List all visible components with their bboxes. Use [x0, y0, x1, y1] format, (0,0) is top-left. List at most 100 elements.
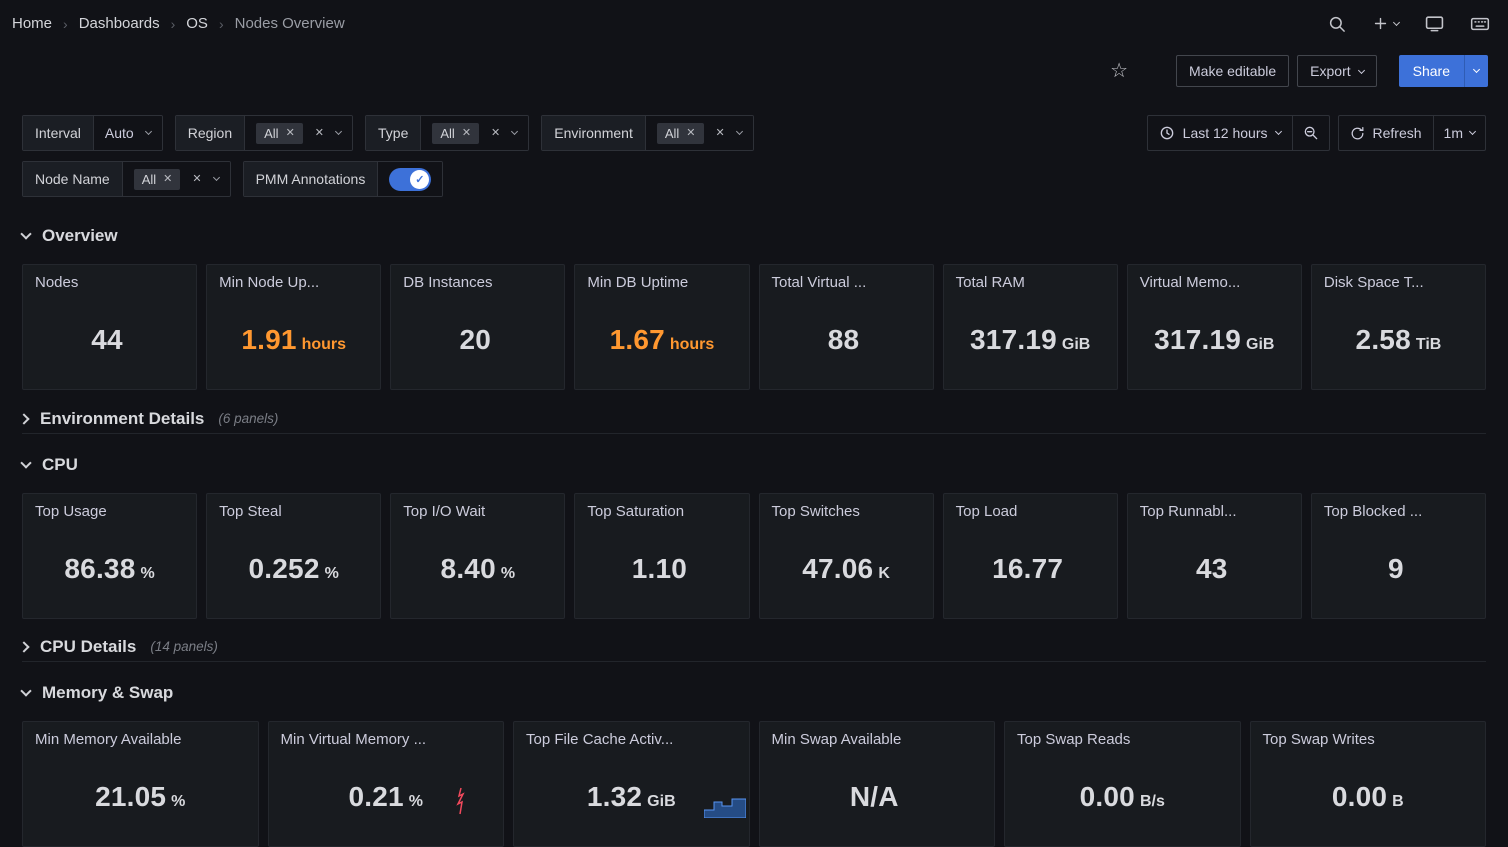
- time-range-picker: Last 12 hours: [1147, 115, 1330, 151]
- stat-panel-top-steal: Top Steal 0.252%: [206, 493, 381, 619]
- chevron-down-icon: [1274, 128, 1281, 135]
- stat-panel-top-runnable: Top Runnabl... 43: [1127, 493, 1302, 619]
- panel-title[interactable]: Top File Cache Activ...: [514, 722, 749, 748]
- panel-title[interactable]: Top Runnabl...: [1128, 494, 1301, 520]
- export-button-label: Export: [1310, 63, 1350, 79]
- filter-row-2: Node Name All ✕ ✕ PMM Annotations ✓: [22, 161, 1486, 197]
- share-dropdown-button[interactable]: [1464, 55, 1488, 87]
- panel-title[interactable]: Min Virtual Memory ...: [269, 722, 504, 748]
- make-editable-button[interactable]: Make editable: [1176, 55, 1289, 87]
- panel-value: 16.77: [944, 520, 1117, 618]
- panel-title[interactable]: Min DB Uptime: [575, 265, 748, 291]
- keyboard-icon[interactable]: [1470, 14, 1490, 34]
- panel-title[interactable]: Top Usage: [23, 494, 196, 520]
- panel-title[interactable]: Min Memory Available: [23, 722, 258, 748]
- chevron-down-icon[interactable]: [736, 128, 743, 135]
- environment-filter: Environment All ✕ ✕: [541, 115, 753, 151]
- panel-value: 2.58TiB: [1312, 291, 1485, 389]
- section-environment-details-header[interactable]: Environment Details (6 panels): [22, 404, 1486, 434]
- section-cpu-header[interactable]: CPU: [22, 450, 1486, 480]
- monitor-icon[interactable]: [1425, 14, 1444, 33]
- stat-panel-top-switches: Top Switches 47.06K: [759, 493, 934, 619]
- panel-title[interactable]: Top Swap Reads: [1005, 722, 1240, 748]
- node-name-selected-chip[interactable]: All ✕: [134, 169, 181, 190]
- chip-label: All: [440, 126, 454, 141]
- panel-value: 20: [391, 291, 564, 389]
- stat-panel-top-usage: Top Usage 86.38%: [22, 493, 197, 619]
- region-selected-chip[interactable]: All ✕: [256, 123, 303, 144]
- section-title: CPU: [42, 455, 78, 475]
- panel-title[interactable]: Disk Space T...: [1312, 265, 1485, 291]
- remove-value-icon[interactable]: ✕: [286, 128, 295, 139]
- node-name-select[interactable]: All ✕ ✕: [123, 162, 230, 196]
- panel-title[interactable]: Top Load: [944, 494, 1117, 520]
- type-filter-label: Type: [366, 116, 421, 150]
- clear-all-icon[interactable]: ✕: [716, 128, 725, 139]
- clear-all-icon[interactable]: ✕: [491, 128, 500, 139]
- remove-value-icon[interactable]: ✕: [163, 174, 172, 185]
- panel-value: 21.05%: [23, 748, 258, 846]
- search-icon[interactable]: [1328, 15, 1346, 33]
- panel-value: 317.19GiB: [944, 291, 1117, 389]
- panel-title[interactable]: Top Switches: [760, 494, 933, 520]
- refresh-picker: Refresh 1m: [1338, 115, 1486, 151]
- panel-title[interactable]: Total RAM: [944, 265, 1117, 291]
- type-select[interactable]: All ✕ ✕: [421, 116, 528, 150]
- clear-all-icon[interactable]: ✕: [192, 174, 201, 185]
- section-memory-swap-header[interactable]: Memory & Swap: [22, 678, 1486, 708]
- chevron-down-icon: [1469, 128, 1476, 135]
- breadcrumb-home[interactable]: Home: [12, 15, 52, 32]
- zoom-out-icon[interactable]: [1292, 116, 1329, 150]
- interval-select[interactable]: Auto: [94, 116, 162, 150]
- favorite-star-icon[interactable]: ☆: [1110, 61, 1128, 81]
- panel-title[interactable]: Virtual Memo...: [1128, 265, 1301, 291]
- panel-value: 8.40%: [391, 520, 564, 618]
- panel-title[interactable]: Top I/O Wait: [391, 494, 564, 520]
- refresh-label: Refresh: [1373, 125, 1422, 141]
- clear-all-icon[interactable]: ✕: [315, 128, 324, 139]
- interval-selected-value: Auto: [105, 125, 134, 141]
- panel-value: 0.21%: [269, 748, 504, 846]
- toggle-knob: ✓: [410, 170, 429, 189]
- share-split-button: Share: [1399, 55, 1488, 87]
- panel-title[interactable]: Total Virtual ...: [760, 265, 933, 291]
- panel-title[interactable]: Top Blocked ...: [1312, 494, 1485, 520]
- breadcrumb-folder-os[interactable]: OS: [186, 15, 208, 32]
- environment-selected-chip[interactable]: All ✕: [657, 123, 704, 144]
- pmm-annotations-toggle[interactable]: ✓: [389, 168, 431, 191]
- breadcrumb-dashboards[interactable]: Dashboards: [79, 15, 160, 32]
- remove-value-icon[interactable]: ✕: [462, 128, 471, 139]
- panel-title[interactable]: Min Node Up...: [207, 265, 380, 291]
- type-selected-chip[interactable]: All ✕: [432, 123, 479, 144]
- chevron-down-icon[interactable]: [213, 174, 220, 181]
- node-name-filter-label: Node Name: [23, 162, 123, 196]
- refresh-interval-button[interactable]: 1m: [1433, 116, 1485, 150]
- chevron-down-icon[interactable]: [335, 128, 342, 135]
- panel-title[interactable]: DB Instances: [391, 265, 564, 291]
- panel-title[interactable]: Min Swap Available: [760, 722, 995, 748]
- panel-title[interactable]: Top Steal: [207, 494, 380, 520]
- panel-value: 0.00B: [1251, 748, 1486, 846]
- panel-title[interactable]: Top Swap Writes: [1251, 722, 1486, 748]
- section-overview-header[interactable]: Overview: [22, 221, 1486, 251]
- environment-select[interactable]: All ✕ ✕: [646, 116, 753, 150]
- share-button[interactable]: Share: [1399, 55, 1464, 87]
- panel-title[interactable]: Nodes: [23, 265, 196, 291]
- time-range-button[interactable]: Last 12 hours: [1148, 116, 1292, 150]
- refresh-button[interactable]: Refresh: [1339, 116, 1433, 150]
- stat-panel-min-virtual-memory: Min Virtual Memory ... 0.21%: [268, 721, 505, 847]
- section-panel-count: (6 panels): [218, 411, 278, 426]
- chevron-down-icon[interactable]: [511, 128, 518, 135]
- node-name-filter: Node Name All ✕ ✕: [22, 161, 231, 197]
- export-button[interactable]: Export: [1297, 55, 1376, 87]
- region-select[interactable]: All ✕ ✕: [245, 116, 352, 150]
- add-new-button[interactable]: [1372, 15, 1399, 32]
- panel-title[interactable]: Top Saturation: [575, 494, 748, 520]
- remove-value-icon[interactable]: ✕: [686, 128, 695, 139]
- section-cpu-details-header[interactable]: CPU Details (14 panels): [22, 632, 1486, 662]
- panel-value: 9: [1312, 520, 1485, 618]
- panel-value: 88: [760, 291, 933, 389]
- time-range-label: Last 12 hours: [1183, 125, 1268, 141]
- region-filter: Region All ✕ ✕: [175, 115, 353, 151]
- stat-panel-min-node-uptime: Min Node Up... 1.91hours: [206, 264, 381, 390]
